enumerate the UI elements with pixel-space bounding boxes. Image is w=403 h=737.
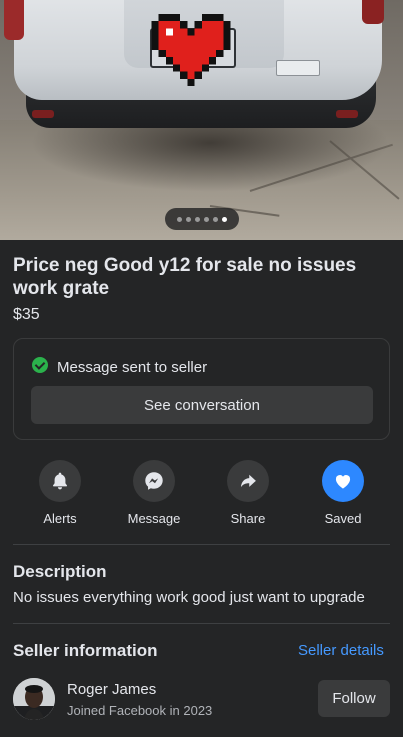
saved-action[interactable]: Saved — [303, 460, 383, 526]
seller-avatar[interactable] — [13, 678, 55, 720]
listing-photo[interactable] — [0, 0, 403, 240]
alerts-action[interactable]: Alerts — [20, 460, 100, 526]
car-taillight-left — [4, 0, 24, 40]
listing-price: $35 — [13, 306, 40, 323]
see-conversation-button[interactable]: See conversation — [31, 386, 373, 424]
pagination-dot — [204, 216, 209, 222]
saved-label: Saved — [324, 511, 362, 526]
car-taillight-right — [362, 0, 384, 24]
pagination-dot — [177, 216, 182, 222]
saved-button[interactable] — [322, 460, 364, 502]
pagination-dot — [195, 216, 200, 222]
car-shadow — [30, 122, 390, 192]
share-button[interactable] — [227, 460, 269, 502]
share-action[interactable]: Share — [208, 460, 288, 526]
description-text: No issues everything work good just want… — [13, 589, 365, 606]
messenger-icon — [145, 472, 163, 490]
seller-info-heading: Seller information — [13, 641, 158, 660]
description-heading: Description — [13, 562, 107, 581]
action-bar: Alerts Message Share Saved — [0, 460, 403, 530]
alerts-button[interactable] — [39, 460, 81, 502]
pixel-heart-icon — [151, 14, 231, 86]
pagination-dot-active — [222, 216, 227, 222]
bell-icon — [52, 472, 68, 490]
divider — [13, 623, 390, 624]
alerts-label: Alerts — [43, 511, 77, 526]
listing-title: Price neg Good y12 for sale no issues wo… — [13, 255, 357, 299]
message-label: Message — [127, 511, 181, 526]
seller-details-link[interactable]: Seller details — [298, 642, 384, 659]
check-circle-icon — [32, 357, 48, 373]
photo-pagination[interactable] — [165, 208, 239, 230]
share-icon — [240, 474, 256, 488]
message-action[interactable]: Message — [114, 460, 194, 526]
message-status-text: Message sent to seller — [57, 359, 208, 376]
message-status-card: Message sent to seller See conversation — [13, 338, 390, 440]
car-sticker — [276, 60, 320, 76]
profile-photo — [13, 678, 55, 720]
car-reflector-left — [32, 110, 54, 118]
follow-button[interactable]: Follow — [318, 680, 390, 717]
message-button[interactable] — [133, 460, 175, 502]
car-reflector-right — [336, 110, 358, 118]
seller-joined-date: Joined Facebook in 2023 — [67, 703, 213, 718]
pagination-dot — [186, 216, 191, 222]
pagination-dot — [213, 216, 218, 222]
divider — [13, 544, 390, 545]
share-label: Share — [230, 511, 266, 526]
heart-icon — [335, 475, 351, 489]
seller-name[interactable]: Roger James — [67, 681, 156, 698]
